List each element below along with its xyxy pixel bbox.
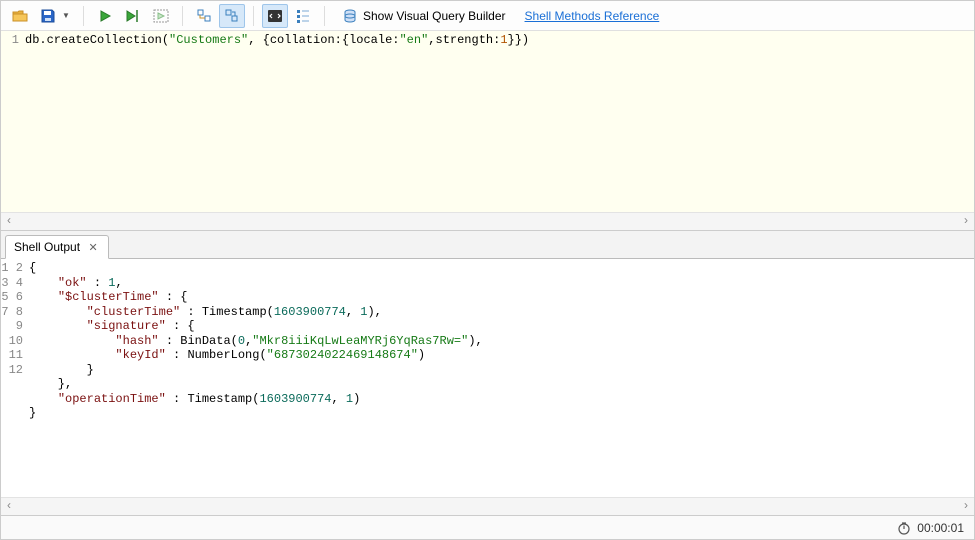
toolbar-separator [253,6,254,26]
query-editor[interactable]: db.createCollection("Customers", {collat… [25,31,974,212]
show-visual-query-builder-button[interactable]: Show Visual Query Builder [333,4,515,28]
database-icon [342,8,358,24]
output-gutter: 1 2 3 4 5 6 7 8 9 10 11 12 [1,259,29,497]
shell-output-pane: 1 2 3 4 5 6 7 8 9 10 11 12 { "ok" : 1, "… [1,259,974,515]
run-selection-button[interactable] [148,4,174,28]
toolbar-separator [182,6,183,26]
save-icon [40,8,56,24]
play-dashed-icon [153,9,169,23]
code-icon [267,8,283,24]
status-bar: 00:00:01 [1,515,974,539]
run-button[interactable] [92,4,118,28]
editor-horizontal-scrollbar[interactable] [1,212,974,230]
save-dropdown-button[interactable]: ▼ [61,4,71,28]
output-tabstrip: Shell Output ✕ [1,231,974,259]
open-folder-icon [12,8,28,24]
query-editor-body: 1 db.createCollection("Customers", {coll… [1,31,974,212]
play-icon [98,9,112,23]
stopwatch-icon [897,521,911,535]
close-tab-button[interactable]: ✕ [86,240,100,254]
form-view-button[interactable] [290,4,316,28]
open-folder-button[interactable] [7,4,33,28]
query-editor-pane: 1 db.createCollection("Customers", {coll… [1,31,974,231]
tree-duplicate-icon [224,8,240,24]
run-with-line-button[interactable] [120,4,146,28]
paste-button[interactable] [191,4,217,28]
shell-methods-reference-link[interactable]: Shell Methods Reference [517,9,668,23]
toolbar-separator [83,6,84,26]
toolbar: ▼ Show Visual Query Builder Shell Method… [1,1,974,31]
copy-collection-button[interactable] [219,4,245,28]
shell-output[interactable]: { "ok" : 1, "$clusterTime" : { "clusterT… [29,259,974,497]
code-view-button[interactable] [262,4,288,28]
tab-shell-output[interactable]: Shell Output ✕ [5,235,109,259]
editor-gutter: 1 [1,31,25,212]
output-horizontal-scrollbar[interactable] [1,497,974,515]
play-line-icon [125,9,141,23]
tab-label: Shell Output [14,240,80,254]
output-body: 1 2 3 4 5 6 7 8 9 10 11 12 { "ok" : 1, "… [1,259,974,497]
tree-copy-icon [196,8,212,24]
save-button[interactable] [35,4,61,28]
toolbar-separator [324,6,325,26]
show-visual-query-builder-label: Show Visual Query Builder [363,9,506,23]
form-icon [295,8,311,24]
elapsed-time: 00:00:01 [917,521,964,535]
